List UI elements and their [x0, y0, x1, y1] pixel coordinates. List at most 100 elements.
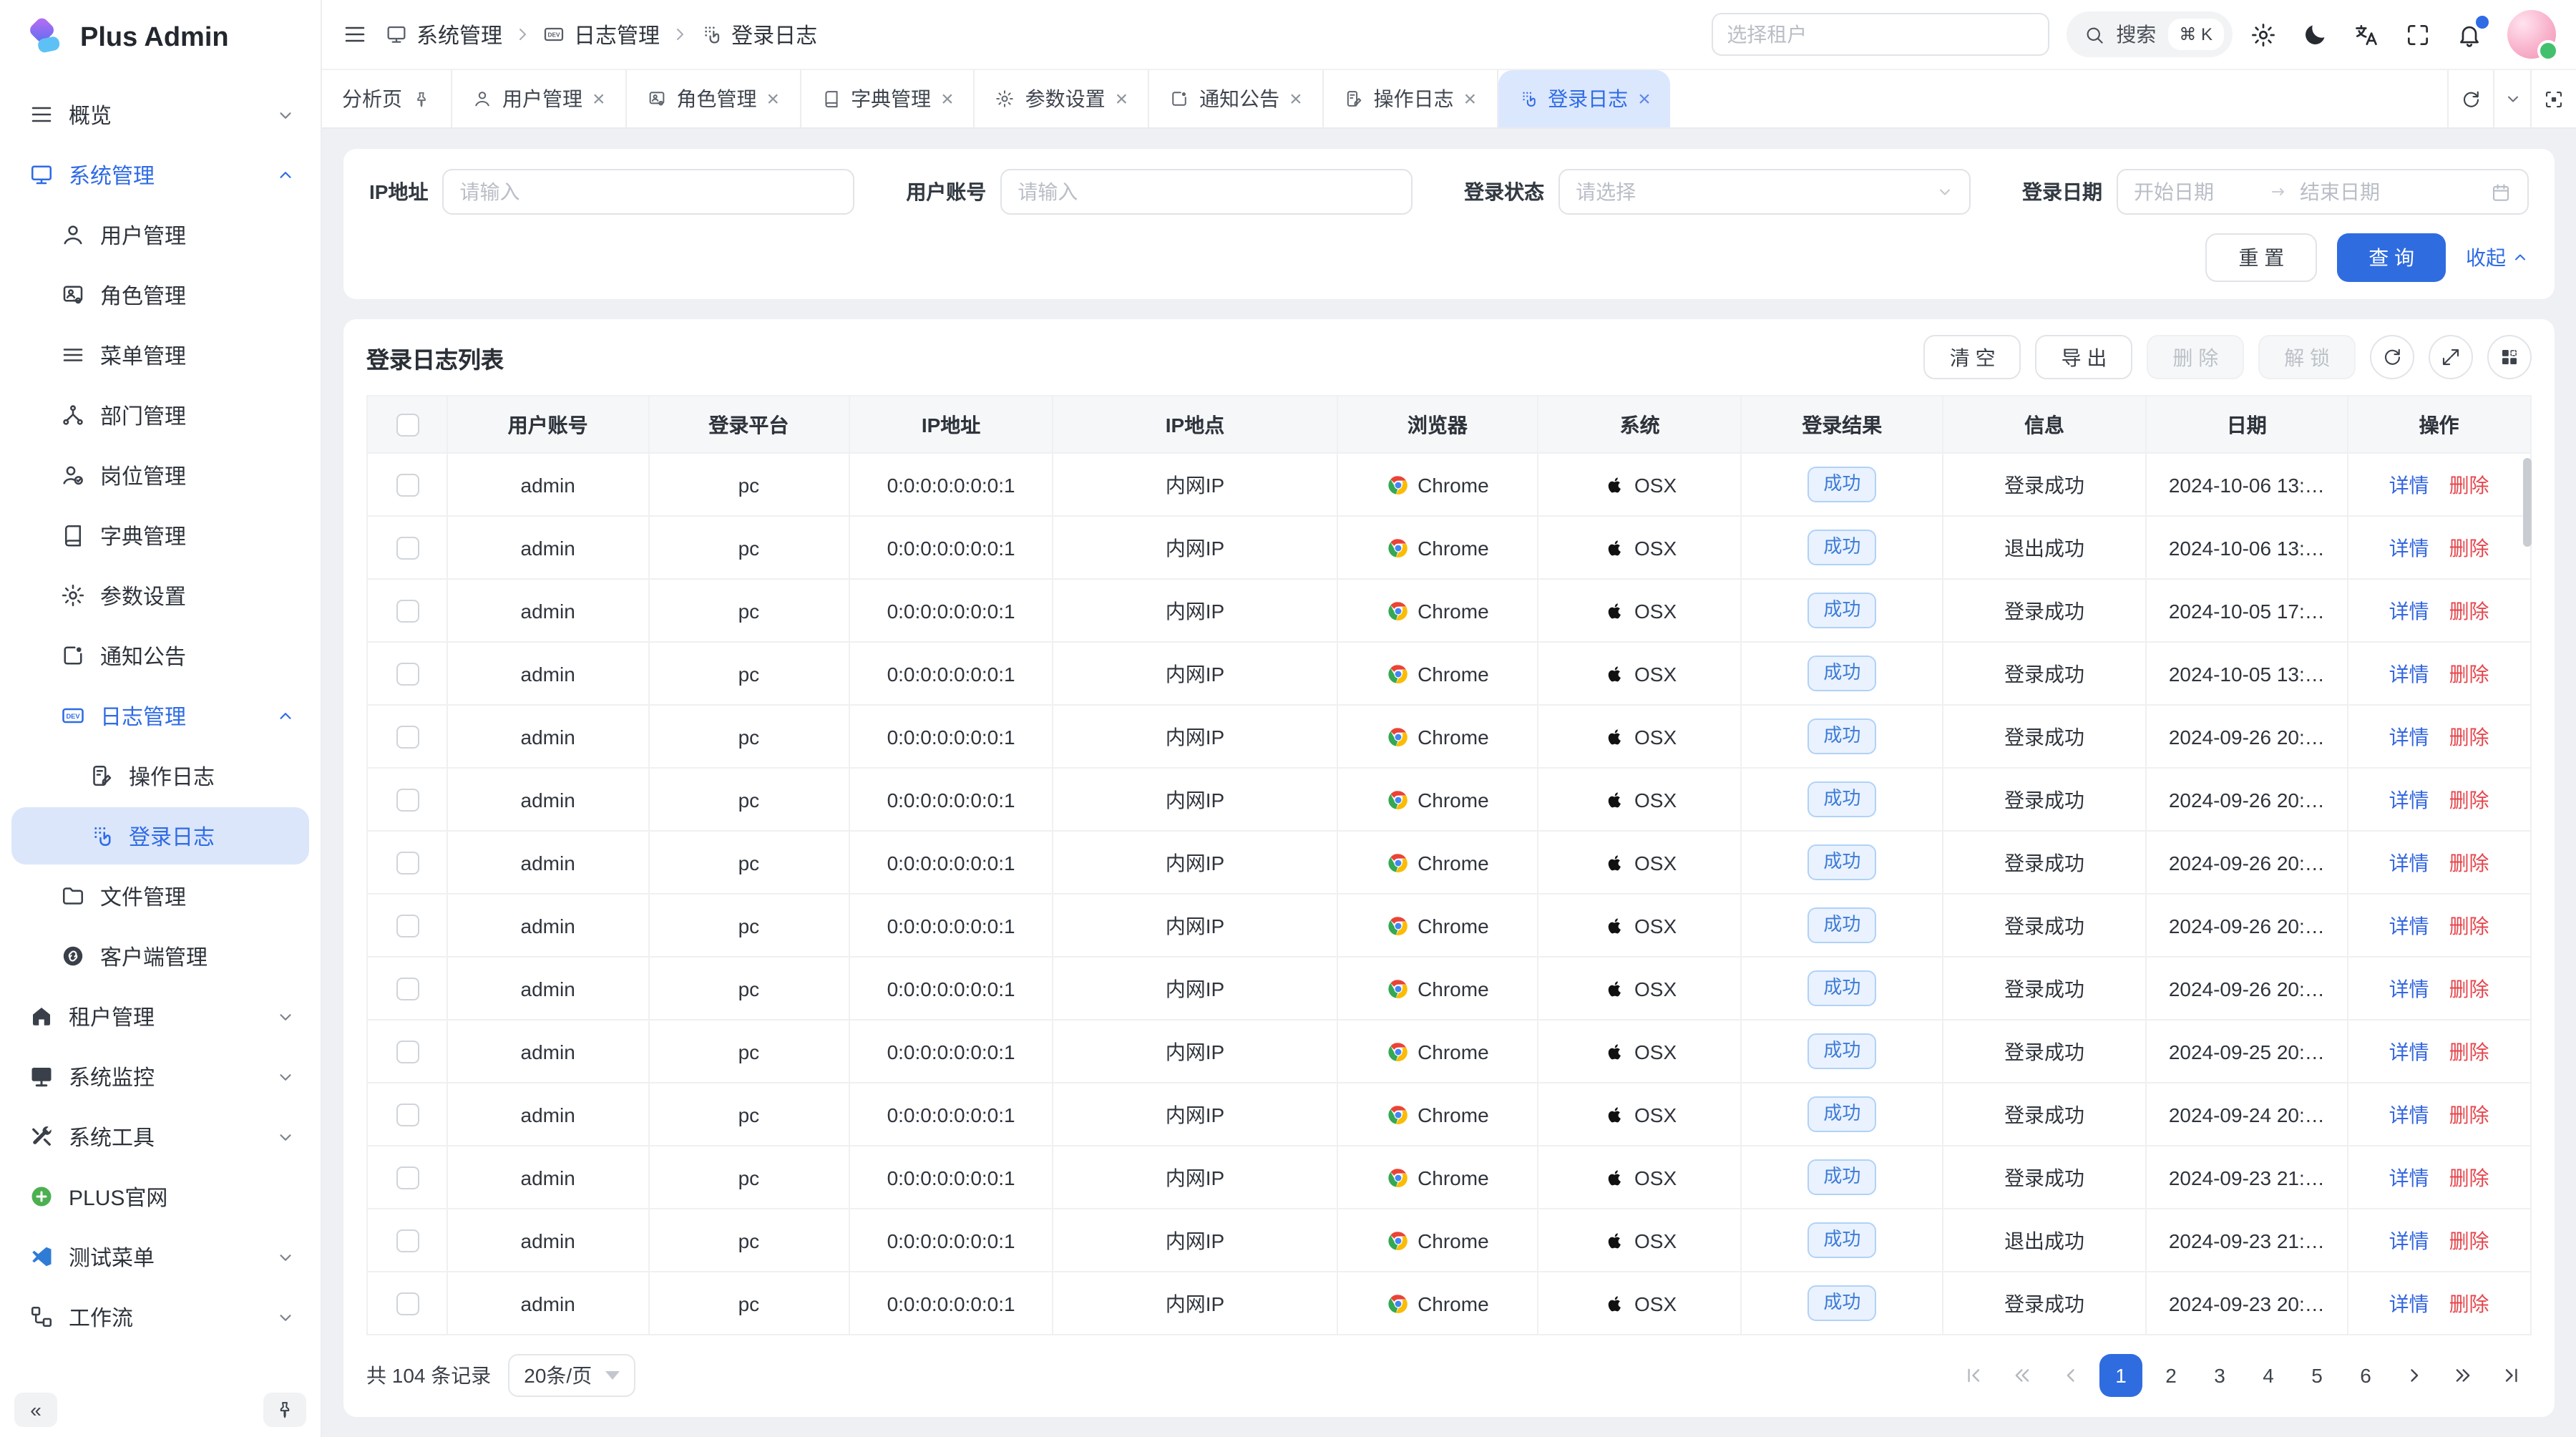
page-button-3[interactable]: 3 — [2200, 1354, 2240, 1397]
tab-dict-mgmt[interactable]: 字典管理× — [801, 70, 975, 127]
page-size-select[interactable]: 20条/页 — [508, 1354, 635, 1397]
account-input[interactable] — [1000, 169, 1413, 215]
detail-link[interactable]: 详情 — [2389, 1292, 2429, 1315]
breadcrumb-item[interactable]: 系统管理 — [385, 19, 502, 49]
detail-link[interactable]: 详情 — [2389, 1166, 2429, 1189]
tab-close-icon[interactable]: × — [592, 88, 605, 109]
delete-link[interactable]: 删除 — [2449, 1040, 2489, 1063]
sidebar-pin-button[interactable] — [263, 1393, 306, 1427]
tenant-select-input[interactable] — [1711, 13, 2049, 56]
detail-link[interactable]: 详情 — [2389, 1103, 2429, 1126]
fullscreen-icon[interactable] — [2404, 21, 2431, 48]
bell-icon[interactable] — [2456, 21, 2483, 48]
delete-link[interactable]: 删除 — [2449, 473, 2489, 496]
detail-link[interactable]: 详情 — [2389, 977, 2429, 1000]
row-checkbox[interactable] — [396, 600, 419, 623]
sidebar-item-notice[interactable]: 通知公告 — [11, 627, 309, 684]
delete-link[interactable]: 删除 — [2449, 1166, 2489, 1189]
sidebar-item-op-log[interactable]: 操作日志 — [11, 747, 309, 804]
next-page-button[interactable] — [2394, 1354, 2434, 1397]
sidebar-item-tenant-mgmt[interactable]: 租户管理 — [11, 988, 309, 1045]
detail-link[interactable]: 详情 — [2389, 662, 2429, 685]
sidebar-item-workflow[interactable]: 工作流 — [11, 1288, 309, 1345]
sidebar-item-log-mgmt[interactable]: DEV日志管理 — [11, 687, 309, 744]
tab-login-log[interactable]: 登录日志× — [1498, 70, 1671, 127]
detail-link[interactable]: 详情 — [2389, 1040, 2429, 1063]
sidebar-item-login-log[interactable]: 登录日志 — [11, 807, 309, 864]
delete-link[interactable]: 删除 — [2449, 725, 2489, 748]
jump-forward-button[interactable] — [2443, 1354, 2483, 1397]
select-all-checkbox[interactable] — [396, 414, 419, 437]
last-page-button[interactable] — [2492, 1354, 2532, 1397]
row-checkbox[interactable] — [396, 537, 419, 560]
tab-close-icon[interactable]: × — [1638, 88, 1651, 109]
tab-close-icon[interactable]: × — [941, 88, 954, 109]
clear-button[interactable]: 清 空 — [1924, 335, 2021, 379]
sidebar-item-dict-mgmt[interactable]: 字典管理 — [11, 507, 309, 564]
tab-close-icon[interactable]: × — [1289, 88, 1302, 109]
delete-link[interactable]: 删除 — [2449, 914, 2489, 937]
page-button-2[interactable]: 2 — [2151, 1354, 2191, 1397]
tab-fullscreen-button[interactable] — [2530, 70, 2576, 127]
tab-close-icon[interactable]: × — [1464, 88, 1477, 109]
sidebar-item-user-mgmt[interactable]: 用户管理 — [11, 206, 309, 263]
sidebar-item-file-mgmt[interactable]: 文件管理 — [11, 867, 309, 925]
row-checkbox[interactable] — [396, 1104, 419, 1126]
prev-page-button[interactable] — [2051, 1354, 2091, 1397]
page-button-1[interactable]: 1 — [2099, 1354, 2142, 1397]
row-checkbox[interactable] — [396, 663, 419, 686]
status-select[interactable]: 请选择 — [1558, 169, 1971, 215]
tab-user-mgmt[interactable]: 用户管理× — [452, 70, 627, 127]
menu-toggle-icon[interactable] — [342, 21, 368, 47]
query-button[interactable]: 查 询 — [2337, 233, 2446, 282]
tab-refresh-button[interactable] — [2447, 70, 2493, 127]
row-checkbox[interactable] — [396, 474, 419, 497]
global-search-button[interactable]: 搜索 ⌘ K — [2066, 11, 2233, 57]
delete-link[interactable]: 删除 — [2449, 599, 2489, 622]
ip-input[interactable] — [442, 169, 854, 215]
breadcrumb-item[interactable]: 登录日志 — [700, 19, 817, 49]
tab-role-mgmt[interactable]: 角色管理× — [627, 70, 801, 127]
sidebar-item-sys-tools[interactable]: 系统工具 — [11, 1108, 309, 1165]
detail-link[interactable]: 详情 — [2389, 599, 2429, 622]
tab-param-settings[interactable]: 参数设置× — [975, 70, 1150, 127]
detail-link[interactable]: 详情 — [2389, 725, 2429, 748]
dark-mode-moon-icon[interactable] — [2301, 21, 2328, 48]
breadcrumb-item[interactable]: DEV日志管理 — [542, 19, 660, 49]
sidebar-item-post-mgmt[interactable]: 岗位管理 — [11, 447, 309, 504]
page-button-5[interactable]: 5 — [2297, 1354, 2337, 1397]
unlock-button[interactable]: 解 锁 — [2258, 335, 2356, 379]
expand-button[interactable] — [2429, 335, 2473, 379]
sidebar-item-sys-monitor[interactable]: 系统监控 — [11, 1048, 309, 1105]
sidebar-item-menu-mgmt[interactable]: 菜单管理 — [11, 326, 309, 384]
export-button[interactable]: 导 出 — [2036, 335, 2133, 379]
delete-button[interactable]: 删 除 — [2147, 335, 2244, 379]
delete-link[interactable]: 删除 — [2449, 536, 2489, 559]
translate-icon[interactable] — [2353, 21, 2380, 48]
row-checkbox[interactable] — [396, 789, 419, 812]
sidebar-item-test-menu[interactable]: 测试菜单 — [11, 1228, 309, 1285]
row-checkbox[interactable] — [396, 1229, 419, 1252]
tab-op-log[interactable]: 操作日志× — [1324, 70, 1498, 127]
detail-link[interactable]: 详情 — [2389, 536, 2429, 559]
jump-back-button[interactable] — [2002, 1354, 2042, 1397]
row-checkbox[interactable] — [396, 978, 419, 1000]
delete-link[interactable]: 删除 — [2449, 1292, 2489, 1315]
page-button-4[interactable]: 4 — [2248, 1354, 2288, 1397]
delete-link[interactable]: 删除 — [2449, 788, 2489, 811]
first-page-button[interactable] — [1953, 1354, 1994, 1397]
sidebar-item-client-mgmt[interactable]: 客户端管理 — [11, 927, 309, 985]
collapse-link[interactable]: 收起 — [2466, 243, 2529, 272]
page-button-6[interactable]: 6 — [2346, 1354, 2386, 1397]
avatar[interactable] — [2507, 10, 2556, 59]
detail-link[interactable]: 详情 — [2389, 851, 2429, 874]
tab-close-icon[interactable]: × — [767, 88, 780, 109]
tab-analysis[interactable]: 分析页 — [322, 70, 452, 127]
row-checkbox[interactable] — [396, 1041, 419, 1063]
date-range-picker[interactable]: 开始日期 结束日期 — [2117, 169, 2529, 215]
row-checkbox[interactable] — [396, 1292, 419, 1315]
delete-link[interactable]: 删除 — [2449, 662, 2489, 685]
refresh-button[interactable] — [2370, 335, 2414, 379]
detail-link[interactable]: 详情 — [2389, 473, 2429, 496]
tab-notice[interactable]: 通知公告× — [1149, 70, 1324, 127]
